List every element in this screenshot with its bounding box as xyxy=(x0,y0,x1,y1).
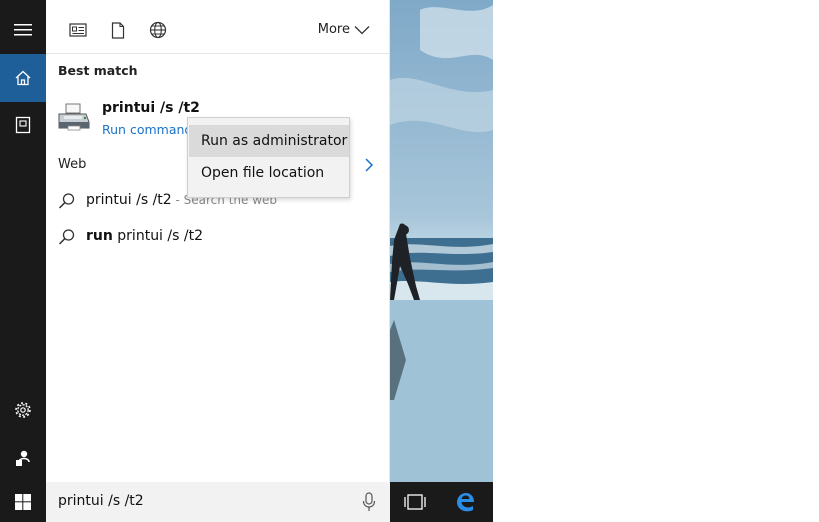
best-match-title: printui /s /t2 xyxy=(102,100,200,116)
taskbar xyxy=(390,482,493,522)
windows-start-icon xyxy=(15,494,31,510)
printer-icon xyxy=(58,103,90,131)
hamburger-button[interactable] xyxy=(0,6,46,54)
microphone-icon[interactable] xyxy=(362,492,376,512)
feedback-button[interactable] xyxy=(0,434,46,482)
apps-filter-icon xyxy=(69,23,87,37)
desktop-wallpaper xyxy=(390,0,493,482)
web-result-query: printui /s /t2 xyxy=(86,192,172,208)
chevron-down-icon xyxy=(354,25,370,34)
feedback-icon xyxy=(16,450,30,466)
web-filter-button[interactable] xyxy=(148,20,168,40)
apps-filter-button[interactable] xyxy=(68,20,88,40)
left-rail xyxy=(0,0,46,522)
web-filter-icon xyxy=(149,21,167,39)
task-view-icon[interactable] xyxy=(404,494,426,510)
hamburger-icon xyxy=(14,24,32,36)
notebook-button[interactable] xyxy=(0,101,46,149)
open-file-location-menu-item[interactable]: Open file location xyxy=(189,157,349,189)
search-icon xyxy=(58,193,75,209)
settings-button[interactable] xyxy=(0,386,46,434)
home-icon xyxy=(15,70,31,86)
web-result-bold: run xyxy=(86,228,113,244)
notebook-icon xyxy=(15,116,31,134)
web-header: Web xyxy=(58,157,87,172)
best-match-header: Best match xyxy=(58,63,138,78)
context-menu: Run as administrator Open file location xyxy=(187,117,350,198)
web-result-item[interactable]: run printui /s /t2 xyxy=(46,222,390,252)
chevron-right-icon[interactable] xyxy=(362,156,376,174)
filter-bar: More xyxy=(46,0,390,54)
best-match-subtitle: Run command xyxy=(102,122,193,137)
run-as-administrator-menu-item[interactable]: Run as administrator xyxy=(189,125,349,157)
screen: More Best match printui /s /t2 Run comma… xyxy=(0,0,819,522)
documents-filter-icon xyxy=(111,21,125,39)
search-results-panel: More Best match printui /s /t2 Run comma… xyxy=(46,0,390,482)
search-box[interactable]: printui /s /t2 xyxy=(46,482,390,522)
more-label: More xyxy=(317,22,350,37)
settings-icon xyxy=(15,402,31,418)
search-icon xyxy=(58,229,75,245)
home-button[interactable] xyxy=(0,54,46,102)
web-result-query: printui /s /t2 xyxy=(112,228,203,244)
documents-filter-button[interactable] xyxy=(108,20,128,40)
edge-icon[interactable] xyxy=(454,491,476,513)
search-input[interactable]: printui /s /t2 xyxy=(58,493,144,509)
start-button[interactable] xyxy=(0,482,46,522)
more-filters-dropdown[interactable]: More xyxy=(318,22,370,37)
